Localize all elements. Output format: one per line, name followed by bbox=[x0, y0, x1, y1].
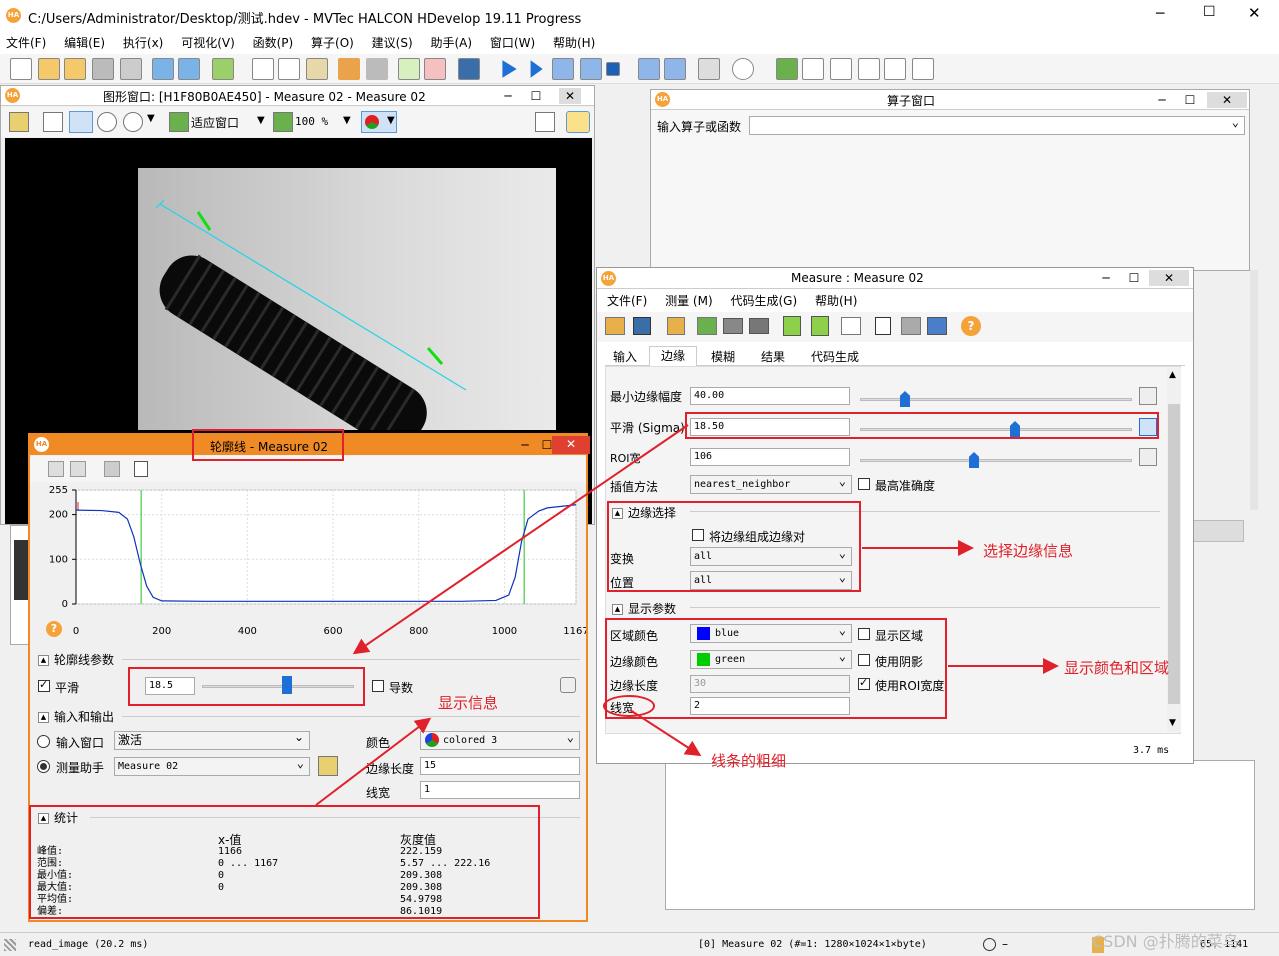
annotation-display-color: 显示颜色和区域 bbox=[1064, 659, 1170, 677]
annotation-display-info: 显示信息 bbox=[438, 694, 499, 712]
annotation-edge-info: 选择边缘信息 bbox=[983, 542, 1074, 560]
annotation-arrows bbox=[315, 424, 1059, 806]
annotation-line-thickness: 线条的粗细 bbox=[711, 752, 787, 770]
